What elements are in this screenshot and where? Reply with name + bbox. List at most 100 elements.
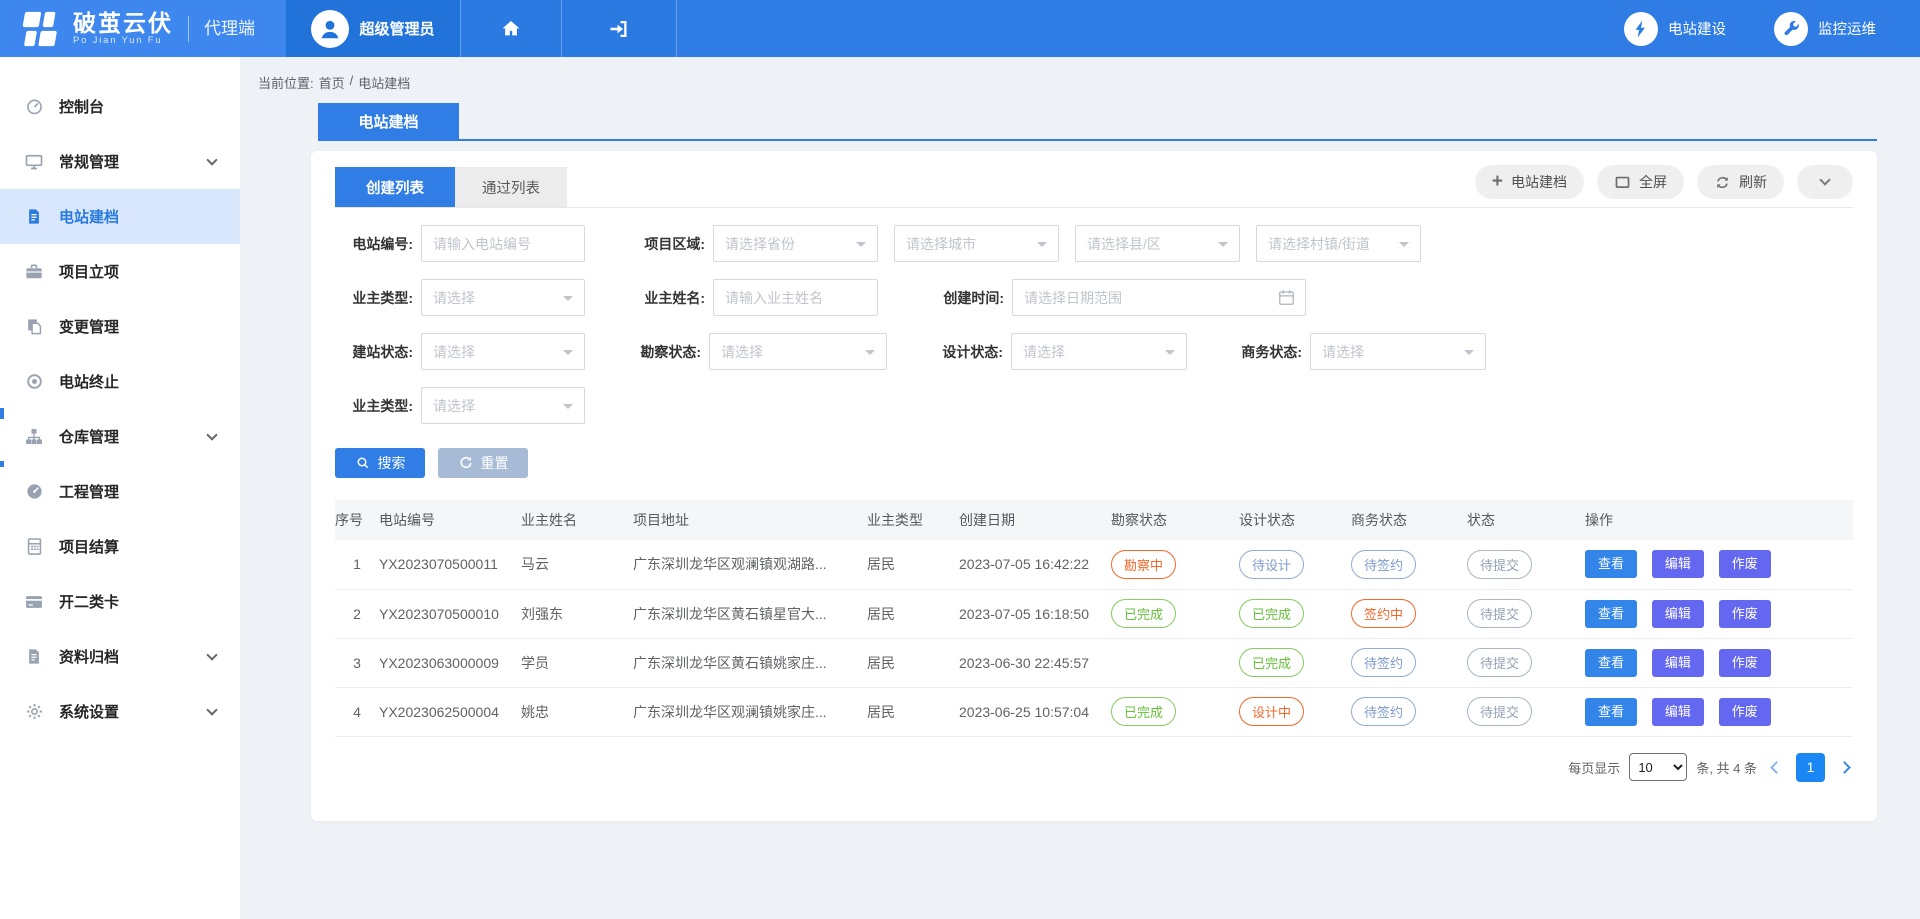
quick-link-monitoring[interactable]: 监控运维 <box>1774 12 1876 46</box>
next-page-button[interactable] <box>1838 761 1851 774</box>
survey-status-select[interactable]: 请选择 <box>709 333 887 370</box>
sidebar-item-station-termination[interactable]: 电站终止 <box>0 354 240 409</box>
sidebar-item-console[interactable]: 控制台 <box>0 79 240 134</box>
date-range-input[interactable]: 请选择日期范围 <box>1012 279 1306 316</box>
app-root: 破茧云伏 Po Jian Yun Fu 代理端 超级管理员 <box>0 0 1920 919</box>
status-badge: 待设计 <box>1239 550 1304 579</box>
filter-row-1: 电站编号: 项目区域: 请选择省份 请选择城市 请选择县/区 请选择村镇/街道 <box>335 225 1853 262</box>
search-button[interactable]: 搜索 <box>335 448 425 478</box>
col-address: 项目地址 <box>633 500 867 540</box>
briefcase-icon <box>24 262 44 282</box>
refresh-button[interactable]: 刷新 <box>1697 165 1784 199</box>
view-button[interactable]: 查看 <box>1585 600 1637 628</box>
breadcrumb-home-link[interactable]: 首页 <box>319 73 345 92</box>
plus-icon: + <box>1492 173 1503 191</box>
logout-button[interactable] <box>561 0 677 57</box>
invalidate-button[interactable]: 作废 <box>1719 698 1771 726</box>
reset-icon <box>458 455 474 471</box>
document-icon <box>24 207 44 227</box>
city-select[interactable]: 请选择城市 <box>894 225 1059 262</box>
monitor-icon <box>24 152 44 172</box>
scrollbar-marker <box>0 408 4 419</box>
fullscreen-button[interactable]: 全屏 <box>1597 165 1684 199</box>
edit-button[interactable]: 编辑 <box>1652 600 1704 628</box>
quick-link-construction[interactable]: 电站建设 <box>1624 12 1726 46</box>
sidebar-item-project-initiation[interactable]: 项目立项 <box>0 244 240 299</box>
page-size-select[interactable]: 10 <box>1629 753 1687 781</box>
filter-row-4: 业主类型: 请选择 <box>335 387 1853 424</box>
brand-logo-icon <box>16 9 62 49</box>
caret-down-icon <box>563 350 573 360</box>
sidebar-item-change-mgmt[interactable]: 变更管理 <box>0 299 240 354</box>
sidebar-item-general-mgmt[interactable]: 常规管理 <box>0 134 240 189</box>
design-status-select[interactable]: 请选择 <box>1011 333 1187 370</box>
sidebar-item-warehouse-mgmt[interactable]: 仓库管理 <box>0 409 240 464</box>
view-button[interactable]: 查看 <box>1585 550 1637 578</box>
collapse-toolbar-button[interactable] <box>1797 165 1853 199</box>
station-table: 序号 电站编号 业主姓名 项目地址 业主类型 创建日期 勘察状态 设计状态 商务… <box>335 500 1853 737</box>
owner-type-select[interactable]: 请选择 <box>421 279 585 316</box>
sidebar-item-data-archive[interactable]: 资料归档 <box>0 629 240 684</box>
owner-name-label: 业主姓名: <box>635 288 705 308</box>
user-menu[interactable]: 超级管理员 <box>286 0 460 57</box>
fullscreen-icon <box>1614 174 1631 191</box>
brand-title: 破茧云伏 <box>73 11 173 35</box>
caret-down-icon <box>1218 242 1228 252</box>
owner-type2-select[interactable]: 请选择 <box>421 387 585 424</box>
edit-button[interactable]: 编辑 <box>1652 550 1704 578</box>
create-station-button[interactable]: + 电站建档 <box>1475 165 1584 199</box>
view-button[interactable]: 查看 <box>1585 649 1637 677</box>
sidebar-item-station-filing[interactable]: 电站建档 <box>0 189 240 244</box>
station-code-input[interactable] <box>421 225 585 262</box>
copy-icon <box>24 317 44 337</box>
brand-portal-label: 代理端 <box>188 16 255 42</box>
tab-station-filing[interactable]: 电站建档 <box>318 103 459 139</box>
brand: 破茧云伏 Po Jian Yun Fu 代理端 <box>0 0 286 57</box>
col-created: 创建日期 <box>959 500 1111 540</box>
build-status-label: 建站状态: <box>335 342 413 362</box>
credit-card-icon <box>24 592 44 612</box>
view-button[interactable]: 查看 <box>1585 698 1637 726</box>
sidebar-item-engineering-mgmt[interactable]: 工程管理 <box>0 464 240 519</box>
region-label: 项目区域: <box>635 234 705 254</box>
sidebar-item-system-settings[interactable]: 系统设置 <box>0 684 240 739</box>
district-select[interactable]: 请选择县/区 <box>1075 225 1240 262</box>
caret-down-icon <box>865 350 875 360</box>
build-status-select[interactable]: 请选择 <box>421 333 585 370</box>
sidebar-item-project-settlement[interactable]: 项目结算 <box>0 519 240 574</box>
tab-passed-list[interactable]: 通过列表 <box>455 167 567 207</box>
sidebar-item-card-opening[interactable]: 开二类卡 <box>0 574 240 629</box>
town-select[interactable]: 请选择村镇/街道 <box>1256 225 1421 262</box>
table-header: 序号 电站编号 业主姓名 项目地址 业主类型 创建日期 勘察状态 设计状态 商务… <box>335 500 1853 540</box>
province-select[interactable]: 请选择省份 <box>713 225 878 262</box>
reset-button[interactable]: 重置 <box>438 448 528 478</box>
invalidate-button[interactable]: 作废 <box>1719 550 1771 578</box>
current-page-button[interactable]: 1 <box>1796 753 1825 782</box>
caret-down-icon <box>856 242 866 252</box>
home-icon <box>499 17 523 41</box>
caret-down-icon <box>1165 350 1175 360</box>
gear-icon <box>24 702 44 722</box>
caret-down-icon <box>1399 242 1409 252</box>
edit-button[interactable]: 编辑 <box>1652 649 1704 677</box>
owner-name-input[interactable] <box>713 279 878 316</box>
archive-icon <box>24 647 44 667</box>
filter-row-3: 建站状态: 请选择 勘察状态: 请选择 设计状态: 请选择 商务状态: 请选择 <box>335 333 1853 370</box>
edit-button[interactable]: 编辑 <box>1652 698 1704 726</box>
col-design: 设计状态 <box>1239 500 1351 540</box>
scrollbar-marker <box>0 461 4 467</box>
table-row: 2 YX2023070500010 刘强东 广东深圳龙华区黄石镇星官大... 居… <box>335 589 1853 638</box>
col-survey: 勘察状态 <box>1111 500 1239 540</box>
prev-page-button[interactable] <box>1770 761 1783 774</box>
refresh-icon <box>1714 174 1731 191</box>
sidebar: 控制台 常规管理 电站建档 项目立项 变更管理 <box>0 57 240 919</box>
status-badge: 签约中 <box>1351 599 1416 628</box>
business-status-label: 商务状态: <box>1232 342 1302 362</box>
home-button[interactable] <box>460 0 561 57</box>
tab-created-list[interactable]: 创建列表 <box>335 167 455 207</box>
invalidate-button[interactable]: 作废 <box>1719 600 1771 628</box>
top-header: 破茧云伏 Po Jian Yun Fu 代理端 超级管理员 <box>0 0 1920 57</box>
invalidate-button[interactable]: 作废 <box>1719 649 1771 677</box>
business-status-select[interactable]: 请选择 <box>1310 333 1486 370</box>
col-actions: 操作 <box>1585 500 1853 540</box>
